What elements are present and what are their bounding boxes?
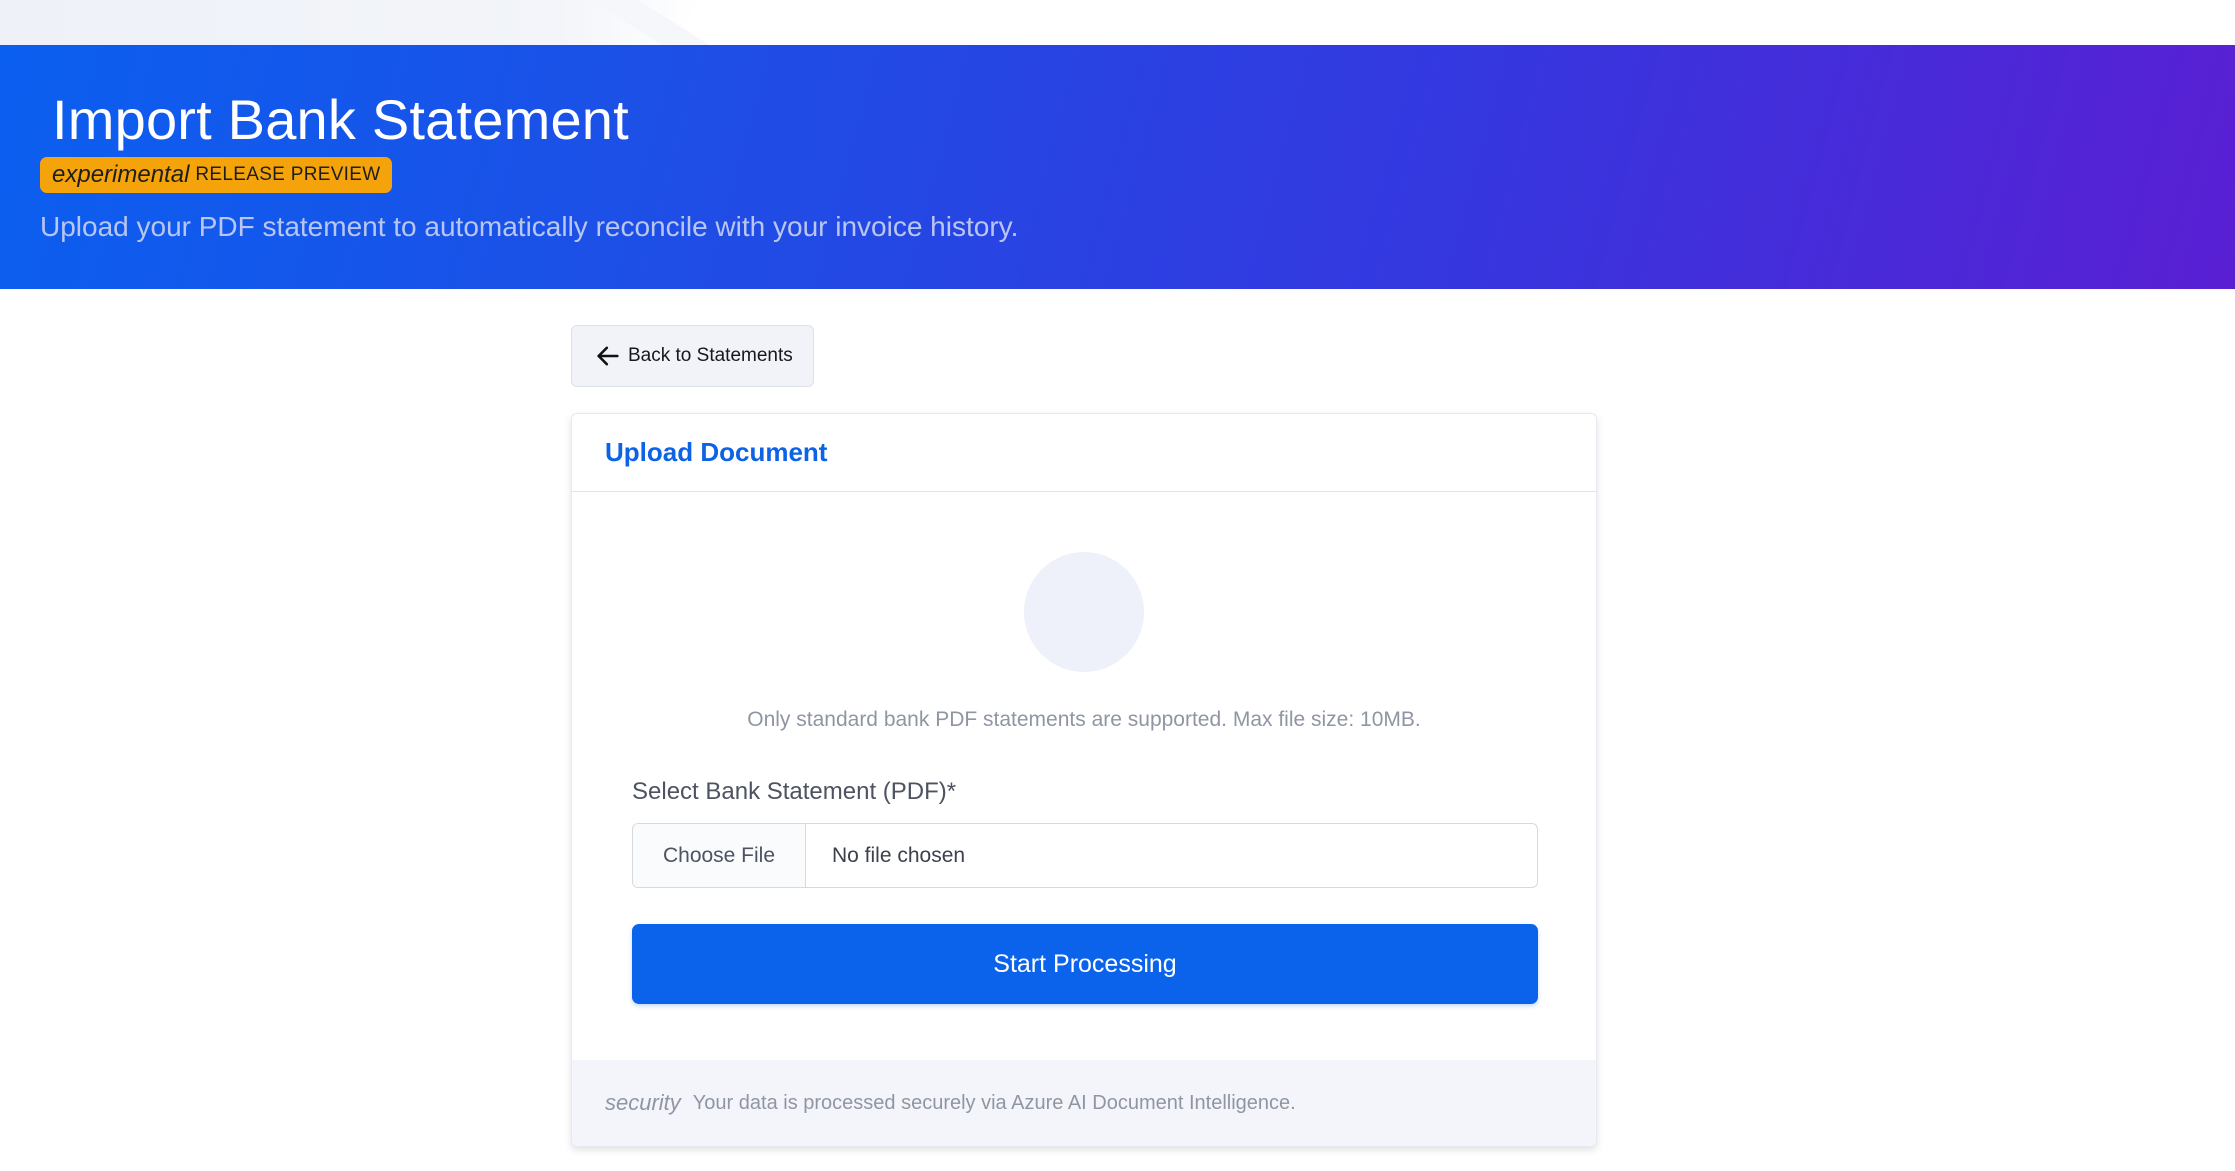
decorative-shape (0, 0, 700, 45)
file-input[interactable]: Choose File No file chosen (632, 823, 1538, 888)
file-status-text: No file chosen (832, 843, 966, 867)
badge-release-label: RELEASE PREVIEW (195, 164, 381, 185)
upload-card: Upload Document Only standard bank PDF s… (571, 413, 1597, 1147)
upload-help-text: Only standard bank PDF statements are su… (747, 708, 1421, 731)
badge-experimental-label: experimental (52, 161, 190, 188)
back-button-label: Back to Statements (628, 345, 793, 366)
card-footer: security Your data is processed securely… (572, 1060, 1596, 1146)
card-title: Upload Document (605, 437, 828, 467)
card-header: Upload Document (572, 414, 1596, 492)
start-processing-button[interactable]: Start Processing (632, 924, 1538, 1004)
top-strip (0, 0, 2235, 45)
file-field-label: Select Bank Statement (PDF)* (632, 778, 957, 805)
back-to-statements-button[interactable]: Back to Statements (571, 325, 814, 387)
page-subtitle: Upload your PDF statement to automatical… (40, 211, 1019, 242)
experimental-badge: experimental RELEASE PREVIEW (40, 157, 393, 193)
upload-icon-circle (1024, 552, 1144, 672)
page-title: Import Bank Statement (52, 88, 629, 151)
page-header: Import Bank Statement experimental RELEA… (0, 45, 2235, 289)
arrow-left-icon (597, 346, 619, 366)
security-icon: security (605, 1090, 681, 1115)
choose-file-button[interactable]: Choose File (633, 824, 806, 887)
security-note: Your data is processed securely via Azur… (692, 1091, 1296, 1114)
